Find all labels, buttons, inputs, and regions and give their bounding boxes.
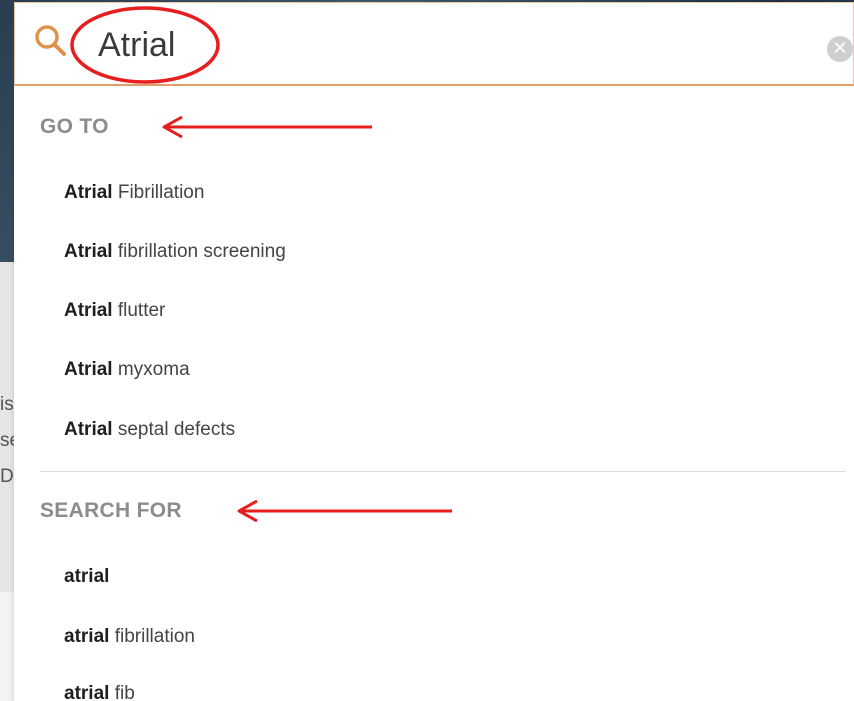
clear-search-icon[interactable]: ✕ — [827, 36, 853, 62]
background-text-fragment: se — [0, 430, 14, 451]
suggestion-match: Atrial — [64, 419, 113, 440]
search-icon[interactable] — [33, 23, 67, 57]
searchfor-suggestion[interactable]: atrial fibrillation — [64, 626, 195, 648]
goto-suggestion[interactable]: Atrial septal defects — [64, 419, 235, 441]
suggestion-rest: septal defects — [112, 419, 236, 440]
suggestion-rest: flutter — [112, 300, 166, 321]
suggestion-rest: fib — [109, 683, 135, 701]
search-suggestions-dropdown: GO TO Atrial Fibrillation Atrial fibrill… — [14, 86, 854, 701]
suggestion-match: atrial — [64, 566, 110, 587]
background-text-fragment: Di — [0, 466, 14, 487]
suggestion-rest: fibrillation screening — [112, 241, 286, 262]
goto-heading: GO TO — [40, 115, 109, 138]
searchfor-suggestion[interactable]: atrial — [64, 566, 109, 588]
suggestion-match: Atrial — [64, 300, 113, 321]
section-divider — [40, 471, 846, 472]
suggestion-match: atrial — [64, 626, 110, 647]
goto-suggestion[interactable]: Atrial fibrillation screening — [64, 241, 286, 263]
suggestion-rest: Fibrillation — [112, 182, 205, 203]
searchfor-heading: SEARCH FOR — [40, 499, 182, 522]
searchfor-suggestion[interactable]: atrial fib — [64, 683, 135, 701]
goto-suggestion[interactable]: Atrial Fibrillation — [64, 182, 204, 204]
suggestion-rest: myxoma — [112, 359, 190, 380]
search-bar: ✕ — [14, 2, 854, 86]
suggestion-match: Atrial — [64, 359, 113, 380]
search-input[interactable] — [98, 21, 778, 69]
goto-suggestion[interactable]: Atrial flutter — [64, 300, 165, 322]
suggestion-match: Atrial — [64, 182, 113, 203]
suggestion-match: Atrial — [64, 241, 113, 262]
background-text-fragment: is — [0, 394, 14, 415]
goto-suggestion[interactable]: Atrial myxoma — [64, 359, 190, 381]
suggestion-match: atrial — [64, 683, 110, 701]
suggestion-rest: fibrillation — [109, 626, 195, 647]
